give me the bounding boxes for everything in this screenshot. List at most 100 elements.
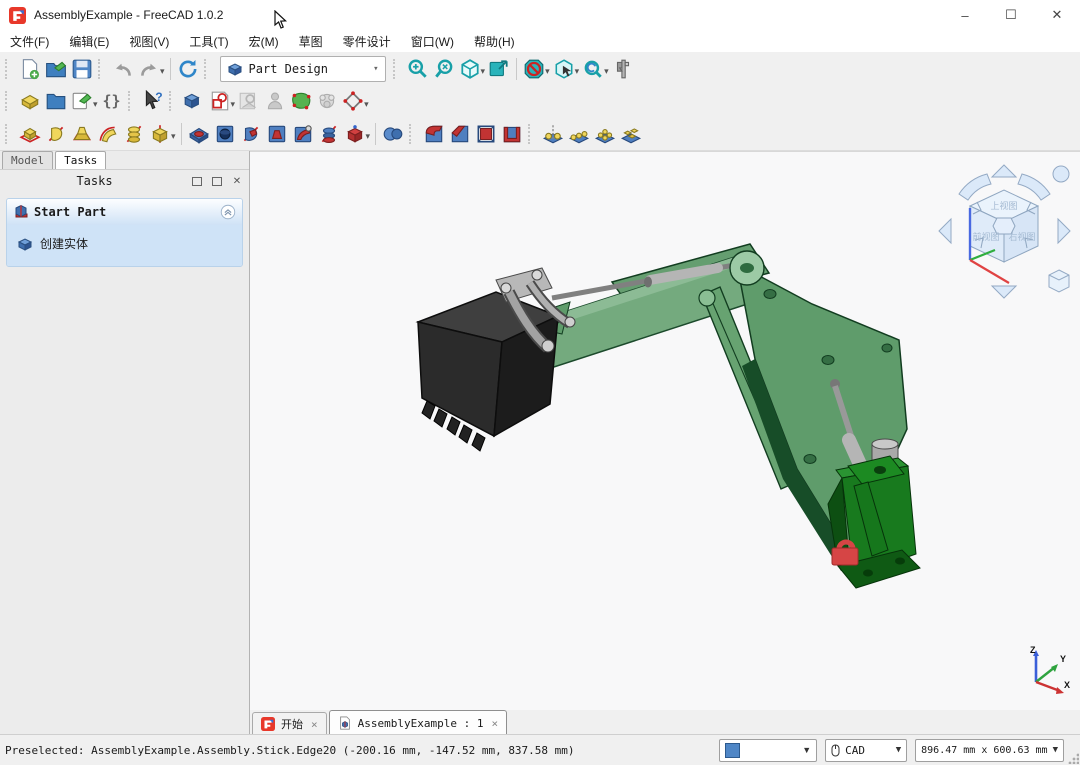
make-link-button[interactable] bbox=[69, 88, 95, 114]
subtractive-primitive-dropdown-icon[interactable]: ▾ bbox=[366, 131, 371, 142]
pad-button[interactable] bbox=[17, 121, 43, 147]
revolution-button[interactable] bbox=[43, 121, 69, 147]
viewcube-dropdown-icon[interactable]: ▾ bbox=[575, 66, 580, 77]
validate-sketch-button[interactable] bbox=[288, 88, 314, 114]
toolbar-grip[interactable] bbox=[528, 124, 535, 144]
arrow-right-icon[interactable] bbox=[1058, 219, 1070, 243]
zoom-selection-button[interactable] bbox=[431, 56, 457, 82]
toolbar-grip[interactable] bbox=[5, 91, 12, 111]
tab-close-icon[interactable]: × bbox=[311, 718, 318, 731]
menu-help[interactable]: 帮助(H) bbox=[464, 30, 525, 53]
additive-loft-button[interactable] bbox=[69, 121, 95, 147]
panel-close-icon[interactable]: ✕ bbox=[229, 174, 245, 188]
rotate-right-arrow-icon[interactable] bbox=[1018, 174, 1050, 200]
attach-sketch-button[interactable] bbox=[262, 88, 288, 114]
multi-transform-button[interactable] bbox=[618, 121, 644, 147]
polar-pattern-button[interactable] bbox=[592, 121, 618, 147]
toolbar-grip[interactable] bbox=[128, 91, 135, 111]
create-datum-button[interactable] bbox=[340, 88, 366, 114]
create-group-button[interactable] bbox=[43, 88, 69, 114]
dock-tab-model[interactable]: Model bbox=[2, 151, 53, 169]
toolbar-grip[interactable] bbox=[5, 59, 12, 79]
create-part-button[interactable] bbox=[17, 88, 43, 114]
subtractive-loft-button[interactable] bbox=[264, 121, 290, 147]
toolbar-grip[interactable] bbox=[98, 59, 105, 79]
panel-minimize-icon[interactable] bbox=[189, 174, 205, 188]
rotate-left-arrow-icon[interactable] bbox=[959, 174, 991, 200]
panel-float-icon[interactable] bbox=[209, 174, 225, 188]
minimize-button[interactable]: – bbox=[942, 0, 988, 30]
map-sketch-button[interactable] bbox=[236, 88, 262, 114]
groove-button[interactable] bbox=[238, 121, 264, 147]
isometric-view-button[interactable] bbox=[457, 56, 483, 82]
mini-cube-icon[interactable] bbox=[1049, 270, 1069, 292]
subtractive-primitive-button[interactable] bbox=[342, 121, 368, 147]
menu-view[interactable]: 视图(V) bbox=[119, 30, 179, 53]
refresh-button[interactable] bbox=[175, 56, 201, 82]
measure-button[interactable] bbox=[610, 56, 636, 82]
menu-edit[interactable]: 编辑(E) bbox=[59, 30, 119, 53]
toolbar-grip[interactable] bbox=[169, 91, 176, 111]
tab-start-page[interactable]: 开始 × bbox=[252, 712, 327, 735]
fit-all-button[interactable] bbox=[405, 56, 431, 82]
bucket-part[interactable] bbox=[418, 292, 558, 451]
additive-primitive-dropdown-icon[interactable]: ▾ bbox=[171, 131, 176, 142]
menu-file[interactable]: 文件(F) bbox=[0, 30, 59, 53]
menu-macro[interactable]: 宏(M) bbox=[239, 30, 289, 53]
menu-partdesign[interactable]: 零件设计 bbox=[333, 30, 401, 53]
draft-button[interactable] bbox=[473, 121, 499, 147]
datum-dropdown-icon[interactable]: ▾ bbox=[364, 99, 369, 110]
tab-close-icon[interactable]: × bbox=[491, 717, 498, 730]
zoomsync-dropdown-icon[interactable]: ▾ bbox=[604, 66, 609, 77]
arrow-left-icon[interactable] bbox=[939, 219, 951, 243]
toolbar-grip[interactable] bbox=[393, 59, 400, 79]
menu-sketch[interactable]: 草图 bbox=[289, 30, 333, 53]
close-button[interactable]: ✕ bbox=[1034, 0, 1080, 30]
new-document-button[interactable] bbox=[17, 56, 43, 82]
chamfer-button[interactable] bbox=[447, 121, 473, 147]
open-file-button[interactable] bbox=[43, 56, 69, 82]
collapse-section-icon[interactable] bbox=[220, 204, 236, 220]
hole-button[interactable] bbox=[212, 121, 238, 147]
undo-button[interactable] bbox=[110, 56, 136, 82]
create-sketch-button[interactable] bbox=[207, 88, 233, 114]
zoom-sync-button[interactable] bbox=[580, 56, 606, 82]
subtractive-helix-button[interactable] bbox=[316, 121, 342, 147]
menu-tools[interactable]: 工具(T) bbox=[179, 30, 238, 53]
toolbar-grip[interactable] bbox=[204, 59, 211, 79]
create-body-button[interactable] bbox=[181, 88, 207, 114]
toolbar-grip[interactable] bbox=[5, 124, 12, 144]
sketch-dropdown-icon[interactable]: ▾ bbox=[231, 99, 236, 110]
dimension-selector[interactable]: 896.47 mm x 600.63 mm ▼ bbox=[915, 739, 1064, 762]
whats-this-button[interactable]: ? bbox=[140, 88, 166, 114]
view-dropdown-icon[interactable]: ▾ bbox=[481, 66, 486, 77]
toolbar-grip[interactable] bbox=[409, 124, 416, 144]
thickness-button[interactable] bbox=[499, 121, 525, 147]
maximize-button[interactable]: ☐ bbox=[988, 0, 1034, 30]
mirrored-button[interactable] bbox=[540, 121, 566, 147]
clipping-plane-button[interactable] bbox=[521, 56, 547, 82]
additive-pipe-button[interactable] bbox=[95, 121, 121, 147]
save-button[interactable] bbox=[69, 56, 95, 82]
subtractive-pipe-button[interactable] bbox=[290, 121, 316, 147]
additive-primitive-button[interactable] bbox=[147, 121, 173, 147]
resize-grip[interactable] bbox=[1067, 752, 1079, 764]
workbench-selector[interactable]: Part Design ▾ bbox=[220, 56, 386, 82]
additive-helix-button[interactable] bbox=[121, 121, 147, 147]
redo-dropdown-icon[interactable]: ▾ bbox=[160, 66, 165, 77]
dock-tab-tasks[interactable]: Tasks bbox=[55, 151, 106, 169]
navigation-style-selector[interactable]: CAD ▼ bbox=[825, 739, 907, 762]
menu-window[interactable]: 窗口(W) bbox=[401, 30, 464, 53]
nav-circle-icon[interactable] bbox=[1053, 166, 1069, 182]
redo-button[interactable] bbox=[136, 56, 162, 82]
create-solid-task[interactable]: 创建实体 bbox=[13, 233, 236, 254]
boolean-button[interactable] bbox=[380, 121, 406, 147]
expression-button[interactable]: {} bbox=[99, 88, 125, 114]
arrow-down-icon[interactable] bbox=[992, 286, 1016, 298]
fillet-button[interactable] bbox=[421, 121, 447, 147]
start-part-header[interactable]: Start Part bbox=[7, 199, 242, 225]
tab-assembly-document[interactable]: AssemblyExample : 1 × bbox=[329, 710, 507, 735]
pocket-button[interactable] bbox=[186, 121, 212, 147]
view-cube-button[interactable] bbox=[551, 56, 577, 82]
linear-pattern-button[interactable] bbox=[566, 121, 592, 147]
